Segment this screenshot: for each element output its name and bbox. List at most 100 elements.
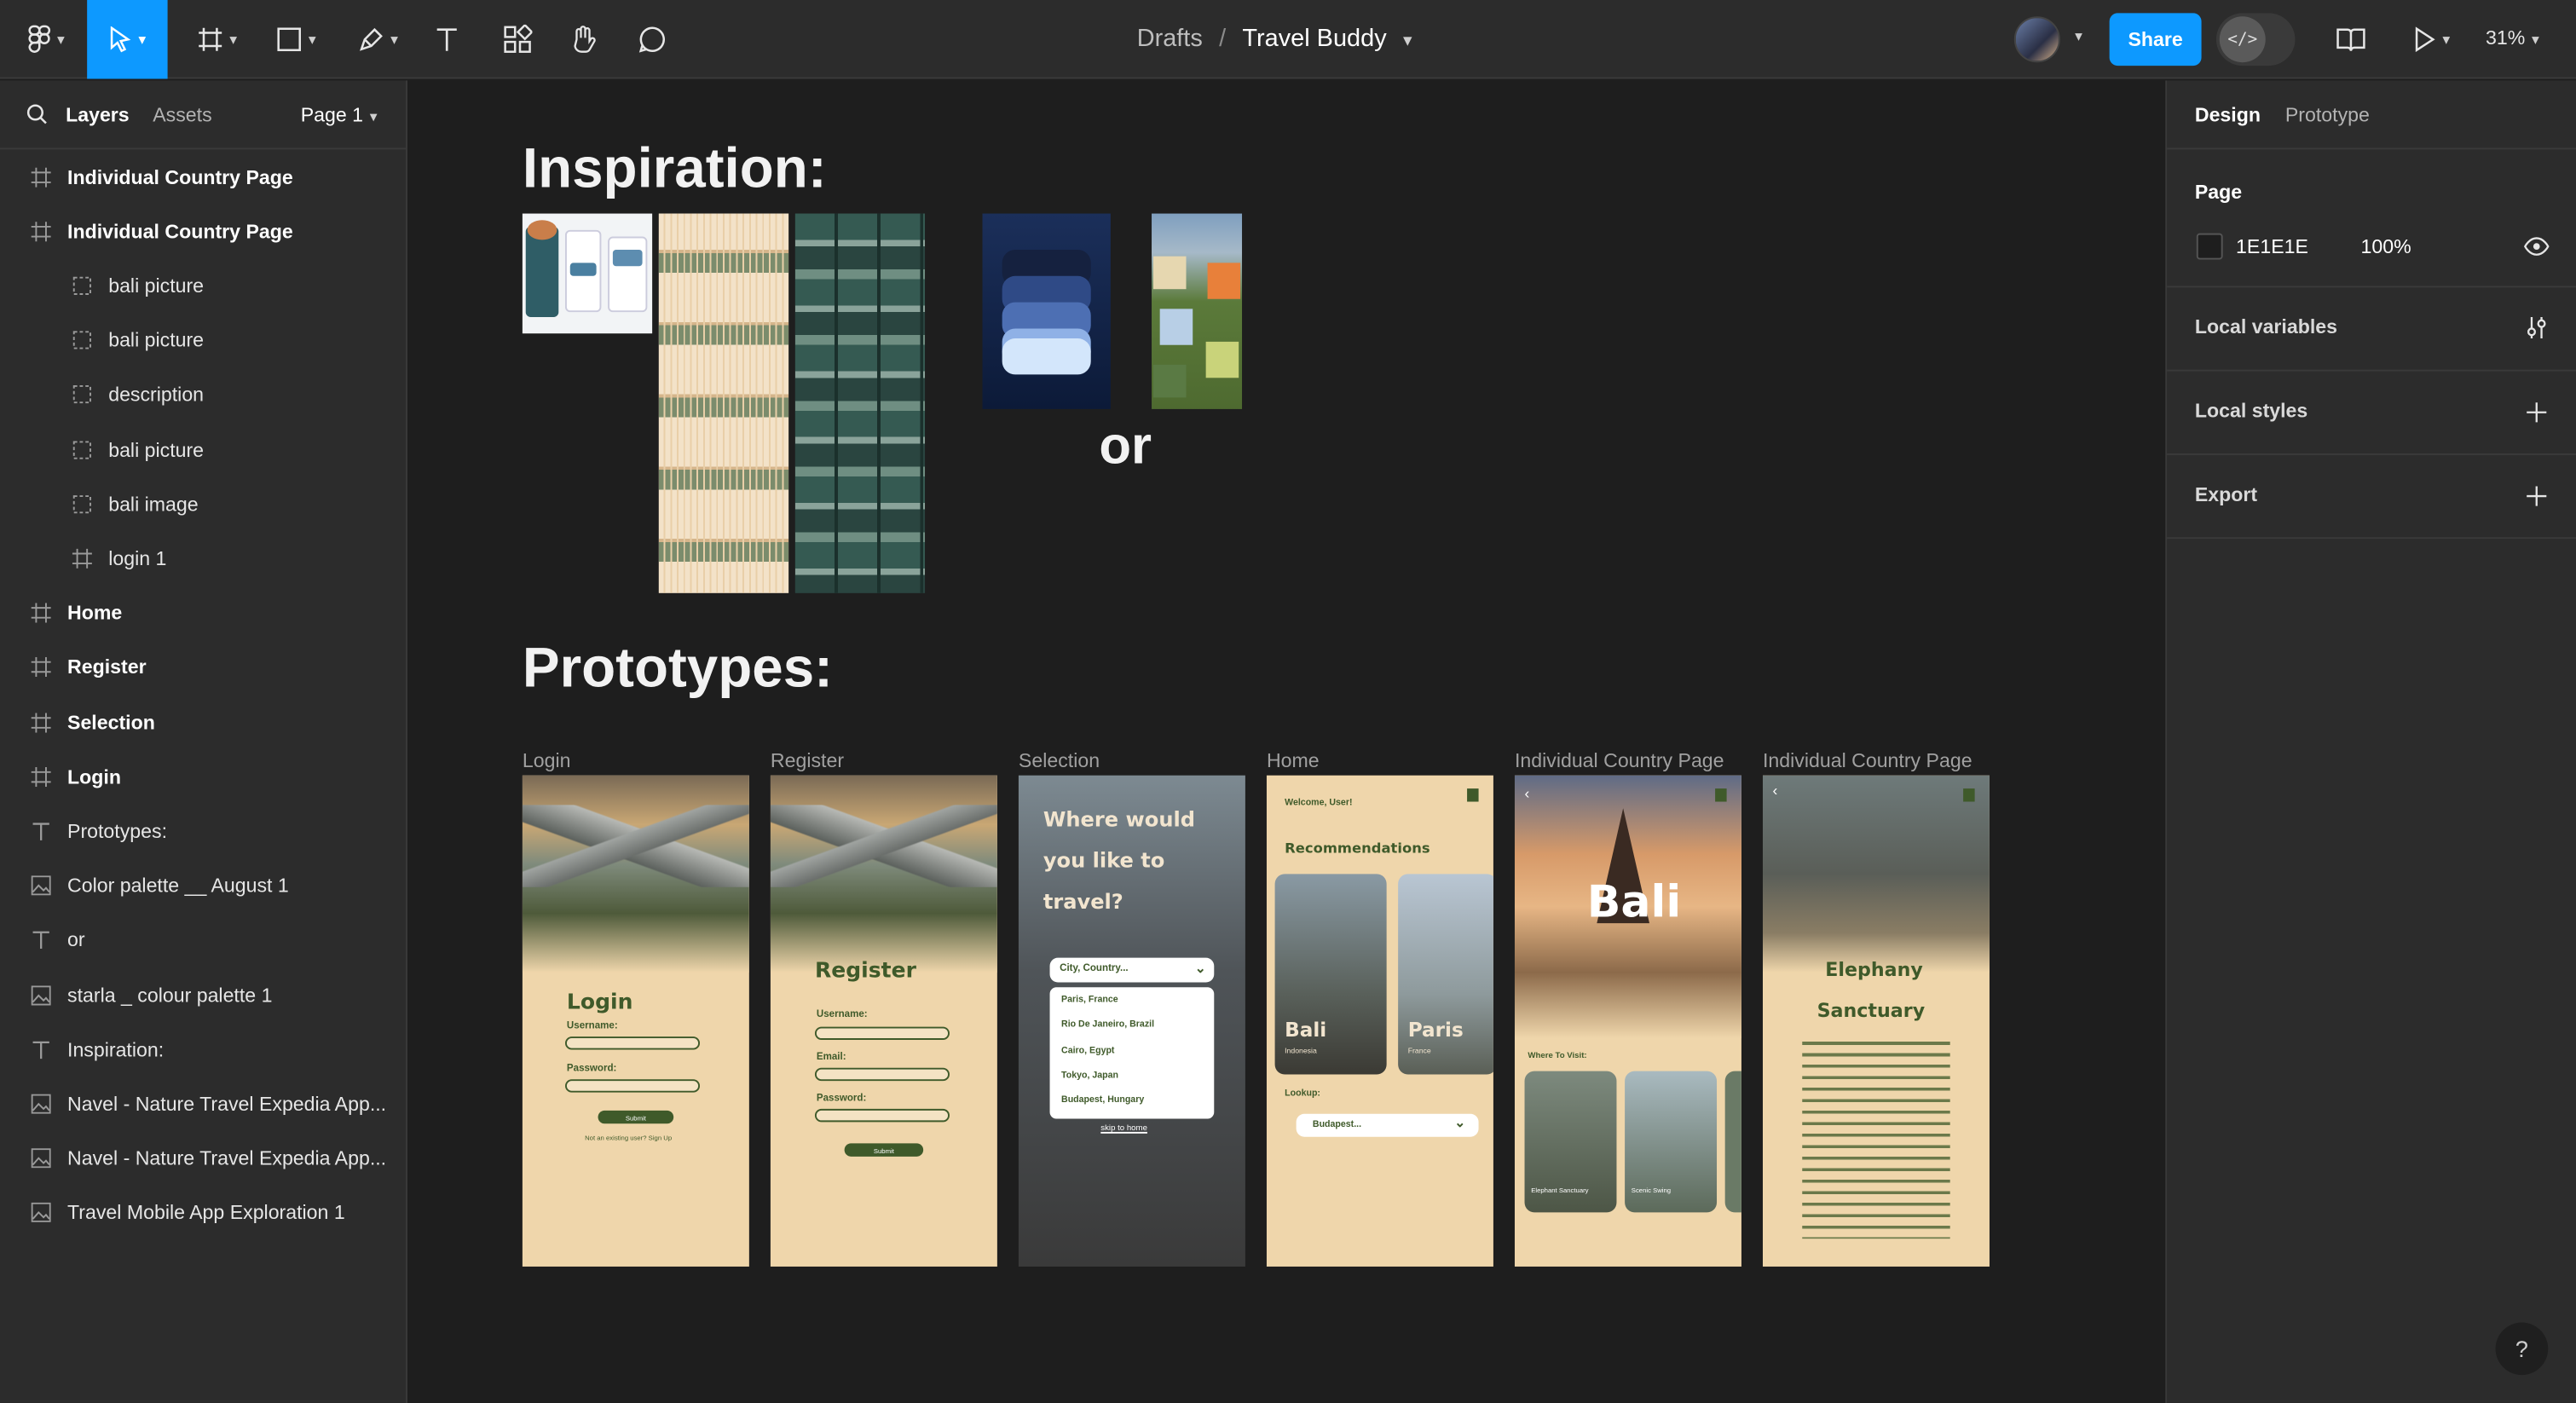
elephant-sanctuary-card[interactable]: Elephant Sanctuary: [1524, 1071, 1617, 1213]
lookup-dropdown[interactable]: Budapest... ⌄: [1296, 1113, 1479, 1137]
option-paris[interactable]: Paris, France: [1061, 996, 1118, 1006]
search-icon[interactable]: [26, 103, 48, 124]
move-tool-button[interactable]: ▾: [87, 0, 168, 79]
layer-item[interactable]: description: [0, 367, 407, 422]
layer-item[interactable]: bali picture: [0, 258, 407, 313]
password-field[interactable]: [814, 1108, 950, 1123]
layer-item[interactable]: bali picture: [0, 313, 407, 367]
background-opacity[interactable]: 100%: [2361, 235, 2411, 258]
library-button[interactable]: [2330, 0, 2372, 79]
tab-layers[interactable]: Layers: [66, 103, 130, 126]
chevron-down-icon[interactable]: ▾: [1403, 32, 1412, 51]
option-tokyo[interactable]: Tokyo, Japan: [1061, 1071, 1118, 1082]
help-button[interactable]: ?: [2495, 1322, 2549, 1376]
plus-icon[interactable]: [2525, 401, 2548, 424]
variables-icon[interactable]: [2525, 315, 2548, 340]
plus-icon[interactable]: [2525, 485, 2548, 508]
frame-label-selection[interactable]: Selection: [1019, 749, 1100, 772]
zoom-control[interactable]: 31% ▾: [2486, 26, 2539, 49]
submit-button[interactable]: Submit: [844, 1143, 924, 1157]
email-field[interactable]: [814, 1067, 950, 1082]
logout-icon[interactable]: [1467, 788, 1479, 802]
layer-item[interactable]: Navel - Nature Travel Expedia App...: [0, 1077, 407, 1131]
frame-label-home[interactable]: Home: [1267, 749, 1320, 772]
eye-icon[interactable]: [2523, 237, 2550, 257]
share-button[interactable]: Share: [2109, 13, 2202, 66]
frame-label-login[interactable]: Login: [523, 749, 571, 772]
tab-design[interactable]: Design: [2195, 103, 2261, 126]
prototypes-heading[interactable]: Prototypes:: [523, 638, 833, 702]
paris-card[interactable]: Paris France: [1398, 874, 1493, 1075]
option-cairo[interactable]: Cairo, Egypt: [1061, 1047, 1114, 1057]
back-arrow-icon[interactable]: ‹: [1773, 782, 1778, 798]
frame-label-country-bali[interactable]: Individual Country Page: [1515, 749, 1724, 772]
canvas[interactable]: Inspiration: or Prototypes: Login Regist…: [408, 80, 2166, 1403]
inspiration-image-navel-2[interactable]: [794, 213, 926, 593]
resources-button[interactable]: [496, 0, 539, 79]
skip-link[interactable]: skip to home: [1100, 1123, 1147, 1134]
layer-item[interactable]: Prototypes:: [0, 804, 407, 858]
main-menu-button[interactable]: ▾: [13, 0, 78, 79]
password-field[interactable]: [564, 1079, 701, 1093]
local-styles-row[interactable]: Local styles: [2167, 399, 2576, 425]
hand-tool-button[interactable]: [562, 0, 604, 79]
comment-tool-button[interactable]: [631, 0, 673, 79]
elephant-country-frame[interactable]: ‹ Elephany Sanctuary: [1762, 775, 1990, 1267]
layer-item[interactable]: Inspiration:: [0, 1022, 407, 1077]
frame-label-country-elephant[interactable]: Individual Country Page: [1763, 749, 1972, 772]
breadcrumb-folder[interactable]: Drafts: [1137, 25, 1203, 53]
layer-item[interactable]: Travel Mobile App Exploration 1: [0, 1186, 407, 1240]
background-hex[interactable]: 1E1E1E: [2236, 235, 2308, 258]
signup-link[interactable]: Not an existing user? Sign Up: [585, 1134, 672, 1142]
local-variables-row[interactable]: Local variables: [2167, 315, 2576, 342]
tab-prototype[interactable]: Prototype: [2285, 103, 2370, 126]
file-name[interactable]: Travel Buddy: [1242, 25, 1386, 53]
layer-item[interactable]: Individual Country Page: [0, 149, 407, 204]
or-text[interactable]: or: [1099, 416, 1152, 476]
submit-button[interactable]: Submit: [598, 1110, 674, 1124]
pen-tool-button[interactable]: ▾: [345, 0, 411, 79]
login-frame[interactable]: Login Username: Password: Submit Not an …: [522, 775, 749, 1267]
option-rio[interactable]: Rio De Janeiro, Brazil: [1061, 1020, 1154, 1031]
layer-item[interactable]: Individual Country Page: [0, 204, 407, 258]
layer-item[interactable]: or: [0, 913, 407, 967]
layer-item[interactable]: Selection: [0, 695, 407, 749]
layer-item[interactable]: Login: [0, 749, 407, 804]
inspiration-image-colour-palette-starla[interactable]: [982, 213, 1111, 409]
username-field[interactable]: [814, 1026, 950, 1040]
chevron-down-icon[interactable]: ▾: [2075, 28, 2082, 46]
inspiration-image-travel-mobile-app[interactable]: [522, 213, 653, 334]
export-row[interactable]: Export: [2167, 483, 2576, 510]
layer-item[interactable]: Navel - Nature Travel Expedia App...: [0, 1131, 407, 1186]
layer-item[interactable]: starla _ colour palette 1: [0, 967, 407, 1022]
logout-icon[interactable]: [1963, 788, 1975, 802]
frame-tool-button[interactable]: ▾: [184, 0, 250, 79]
inspiration-heading[interactable]: Inspiration:: [523, 138, 827, 202]
inspiration-image-color-palette-august[interactable]: [1152, 213, 1243, 409]
register-frame[interactable]: Register Username: Email: Password: Subm…: [770, 775, 997, 1267]
inspiration-image-navel-1[interactable]: [658, 213, 789, 593]
layer-item[interactable]: Home: [0, 586, 407, 640]
layer-item[interactable]: bali picture: [0, 422, 407, 476]
layer-item[interactable]: login 1: [0, 531, 407, 586]
layer-item[interactable]: bali image: [0, 476, 407, 531]
avatar[interactable]: [2013, 16, 2060, 63]
text-tool-button[interactable]: [427, 0, 466, 79]
tab-assets[interactable]: Assets: [153, 103, 211, 126]
shape-tool-button[interactable]: ▾: [263, 0, 328, 79]
page-selector[interactable]: Page 1 ▾: [301, 103, 378, 126]
selection-frame[interactable]: Where would you like to travel? City, Co…: [1018, 775, 1245, 1267]
scenic-swing-card[interactable]: Scenic Swing: [1625, 1071, 1718, 1213]
more-card[interactable]: [1724, 1071, 1741, 1213]
frame-label-register[interactable]: Register: [771, 749, 844, 772]
home-frame[interactable]: Welcome, User! Recommendations Bali Indo…: [1266, 775, 1493, 1267]
color-swatch[interactable]: [2196, 233, 2223, 260]
username-field[interactable]: [564, 1036, 701, 1050]
dev-mode-toggle[interactable]: </>: [2215, 13, 2296, 66]
bali-card[interactable]: Bali Indonesia: [1274, 874, 1387, 1075]
city-dropdown[interactable]: City, Country... ⌄: [1049, 957, 1215, 983]
layer-item[interactable]: Register: [0, 640, 407, 695]
back-arrow-icon[interactable]: ‹: [1525, 785, 1530, 801]
layer-item[interactable]: Color palette __ August 1: [0, 858, 407, 913]
page-background-row[interactable]: 1E1E1E 100%: [2167, 233, 2576, 260]
